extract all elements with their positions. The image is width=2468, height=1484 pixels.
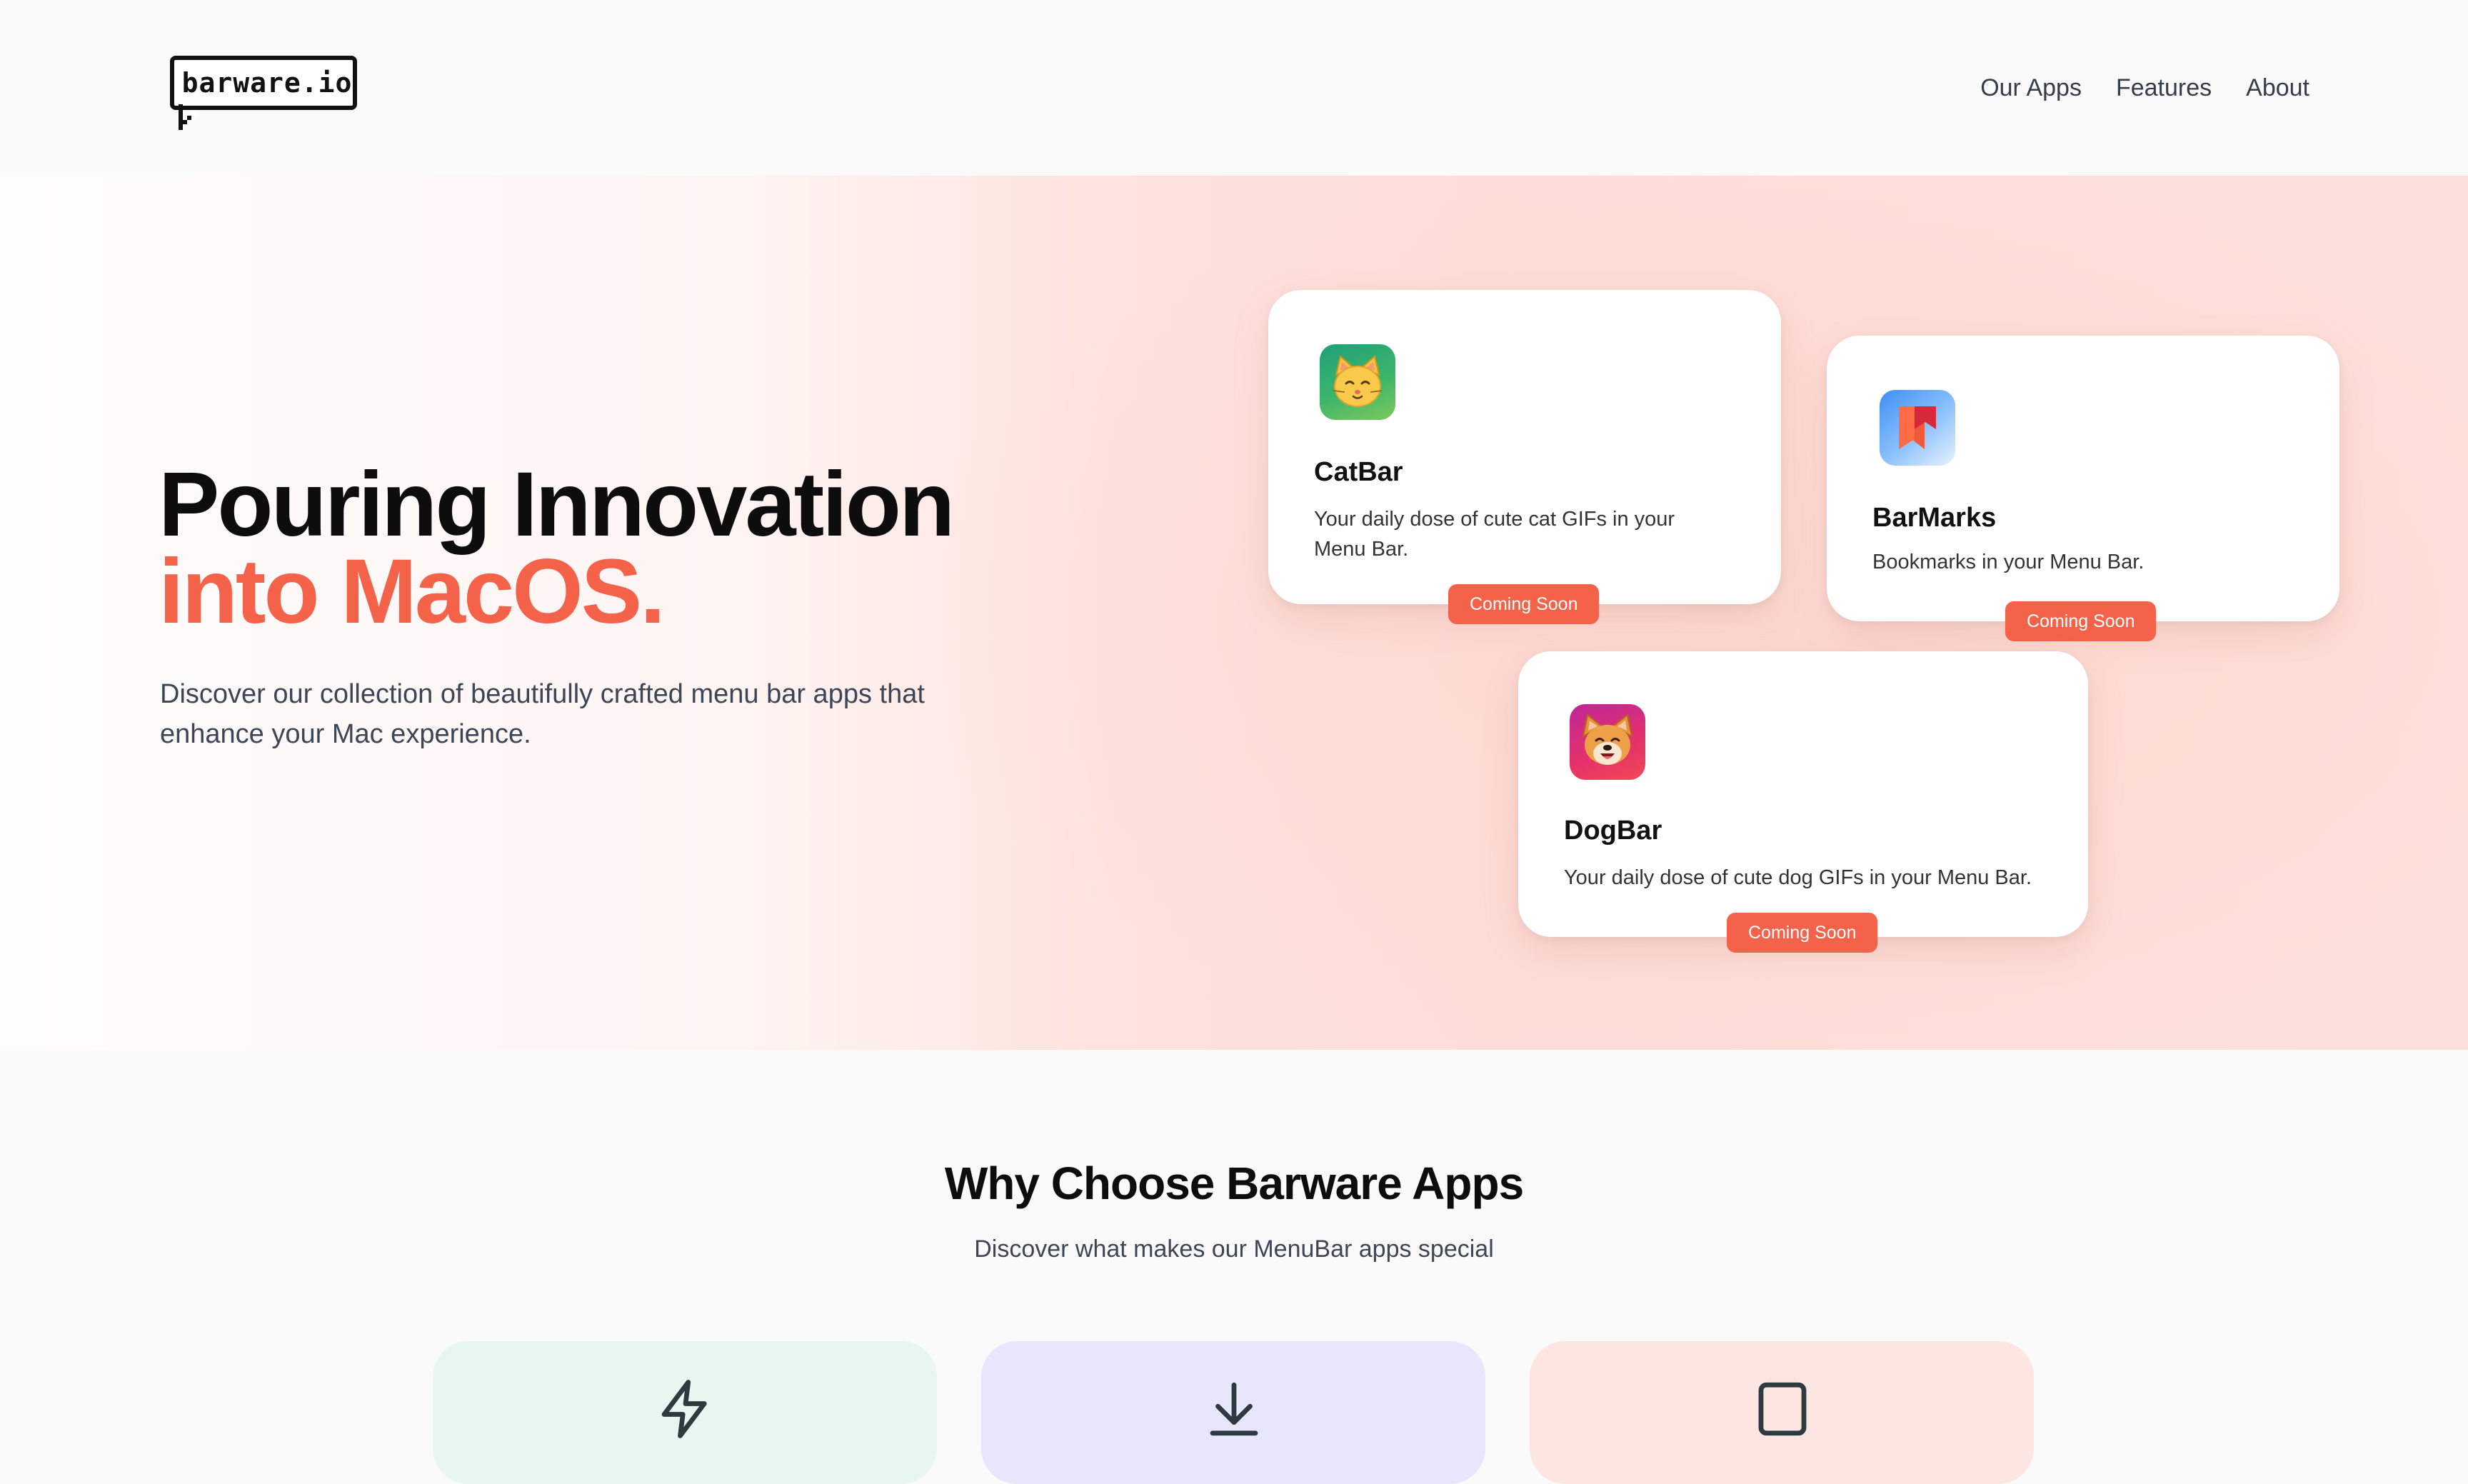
feature-card-fast	[433, 1341, 937, 1484]
cat-face-icon	[1320, 344, 1395, 420]
logo-text: barware.io	[181, 67, 353, 99]
download-icon	[1210, 1382, 1258, 1436]
hero-title: Pouring Innovation into MacOS.	[159, 453, 955, 643]
hero-subtitle: Discover our collection of beautifully c…	[160, 679, 925, 749]
dog-face-icon	[1570, 704, 1645, 780]
app-name: DogBar	[1564, 816, 1662, 846]
why-title: Why Choose Barware Apps	[944, 1158, 1524, 1209]
main-nav: Our Apps Features About	[1980, 69, 2309, 107]
why-subtitle: Discover what makes our MenuBar apps spe…	[974, 1235, 1494, 1263]
bookmark-icon	[1880, 390, 1955, 466]
feature-card-install	[981, 1341, 1485, 1484]
coming-soon-badge: Coming Soon	[1448, 584, 1600, 624]
feature-card-native	[1530, 1341, 2034, 1484]
nav-about[interactable]: About	[2246, 69, 2309, 107]
app-card-catbar[interactable]: CatBar Your daily dose of cute cat GIFs …	[1268, 290, 1781, 624]
lightning-icon	[661, 1380, 707, 1438]
hero-title-line1: Pouring Innovation	[159, 453, 955, 556]
barware-logo[interactable]: barware.io	[169, 54, 363, 133]
site-header: barware.io Our Apps Features About	[0, 0, 2468, 176]
app-card-dogbar[interactable]: DogBar Your daily dose of cute dog GIFs …	[1518, 651, 2088, 953]
hero-section: Pouring Innovation into MacOS. Discover …	[0, 176, 2468, 1050]
nav-our-apps[interactable]: Our Apps	[1980, 69, 2082, 107]
nav-features[interactable]: Features	[2116, 69, 2212, 107]
coming-soon-badge: Coming Soon	[1727, 913, 1878, 953]
app-card-barmarks[interactable]: BarMarks Bookmarks in your Menu Bar. Com…	[1827, 336, 2339, 641]
coming-soon-badge: Coming Soon	[2005, 601, 2157, 641]
app-name: CatBar	[1314, 457, 1403, 487]
app-description: Bookmarks in your Menu Bar.	[1872, 551, 2145, 573]
app-description: Your daily dose of cute cat GIFs in your…	[1314, 508, 1675, 561]
app-name: BarMarks	[1872, 503, 1997, 533]
hero-title-line2: into MacOS.	[159, 541, 666, 643]
logo-bubble-tail	[179, 104, 197, 130]
window-icon	[1758, 1382, 1807, 1436]
app-description: Your daily dose of cute dog GIFs in your…	[1564, 866, 2032, 889]
